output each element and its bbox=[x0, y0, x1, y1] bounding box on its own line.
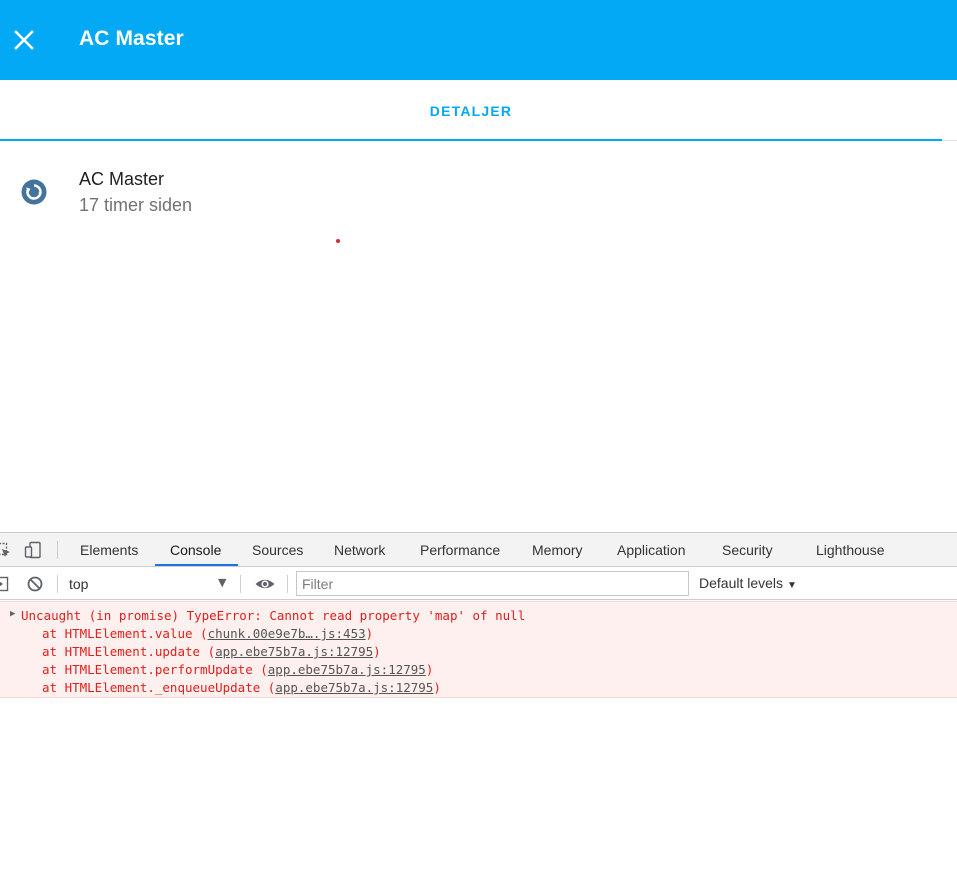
devtools-active-tab-indicator bbox=[155, 564, 238, 566]
javascript-context-select[interactable]: top ▼ bbox=[62, 567, 238, 600]
close-icon bbox=[14, 30, 34, 50]
devtools-tab-security[interactable]: Security bbox=[722, 533, 773, 567]
toolbar-divider bbox=[287, 575, 288, 593]
context-value: top bbox=[69, 576, 89, 592]
stack-frame: at HTMLElement.performUpdate (app.ebe75b… bbox=[42, 662, 434, 677]
devtools-tab-performance[interactable]: Performance bbox=[420, 533, 500, 567]
devtools-tab-application[interactable]: Application bbox=[617, 533, 686, 567]
clear-console-icon[interactable] bbox=[26, 575, 44, 593]
stack-frame: at HTMLElement._enqueueUpdate (app.ebe75… bbox=[42, 680, 441, 695]
live-expression-eye-icon[interactable] bbox=[254, 575, 276, 593]
devtools-tab-elements[interactable]: Elements bbox=[80, 533, 138, 567]
tab-details[interactable]: DETALJER bbox=[0, 80, 942, 141]
toolbar-divider bbox=[240, 575, 241, 593]
console-error-message: ▶ Uncaught (in promise) TypeError: Canno… bbox=[0, 601, 957, 698]
device-toolbar-icon[interactable] bbox=[24, 541, 42, 559]
devtools-panel: Elements Console Sources Network Perform… bbox=[0, 532, 957, 896]
tab-bar: DETALJER bbox=[0, 80, 957, 141]
toolbar-divider bbox=[57, 575, 58, 593]
expand-arrow-icon[interactable]: ▶ bbox=[10, 609, 15, 619]
tab-details-label: DETALJER bbox=[429, 103, 513, 119]
error-text: Uncaught (in promise) TypeError: Cannot … bbox=[21, 608, 526, 623]
entity-name: AC Master bbox=[79, 169, 165, 189]
sync-circle-icon bbox=[20, 178, 48, 206]
stack-frame: at HTMLElement.value (chunk.00e9e7b….js:… bbox=[42, 626, 374, 641]
dropdown-caret-icon: ▼ bbox=[218, 576, 227, 589]
devtools-tab-lighthouse[interactable]: Lighthouse bbox=[816, 533, 885, 567]
inspect-element-icon[interactable] bbox=[0, 541, 12, 559]
source-link[interactable]: app.ebe75b7a.js:12795 bbox=[268, 662, 426, 677]
entity-last-changed: 17 timer siden bbox=[79, 195, 193, 215]
console-toolbar: top ▼ Default levels▼ bbox=[0, 567, 957, 600]
sidebar-toggle-icon[interactable] bbox=[0, 575, 10, 593]
app-header: AC Master bbox=[0, 0, 957, 80]
source-link[interactable]: app.ebe75b7a.js:12795 bbox=[275, 680, 433, 695]
devtools-tab-network[interactable]: Network bbox=[334, 533, 385, 567]
devtools-tab-console[interactable]: Console bbox=[170, 533, 221, 567]
stack-frame: at HTMLElement.update (app.ebe75b7a.js:1… bbox=[42, 644, 381, 659]
log-levels-dropdown[interactable]: Default levels ▼ bbox=[699, 575, 797, 591]
dialog-title: AC Master bbox=[79, 27, 184, 50]
devtools-tab-sources[interactable]: Sources bbox=[252, 533, 303, 567]
tab-active-indicator bbox=[0, 139, 942, 141]
red-dot-marker bbox=[336, 239, 340, 243]
close-button[interactable] bbox=[8, 24, 40, 56]
toolbar-divider bbox=[57, 541, 58, 559]
source-link[interactable]: chunk.00e9e7b….js:453 bbox=[208, 626, 366, 641]
dropdown-caret-icon: ▼ bbox=[787, 580, 797, 591]
source-link[interactable]: app.ebe75b7a.js:12795 bbox=[215, 644, 373, 659]
log-levels-label: Default levels bbox=[699, 575, 784, 591]
devtools-tab-memory[interactable]: Memory bbox=[532, 533, 583, 567]
console-filter-input[interactable] bbox=[296, 571, 689, 596]
console-messages: ▶ Uncaught (in promise) TypeError: Canno… bbox=[0, 600, 957, 896]
devtools-tab-bar: Elements Console Sources Network Perform… bbox=[0, 533, 957, 567]
